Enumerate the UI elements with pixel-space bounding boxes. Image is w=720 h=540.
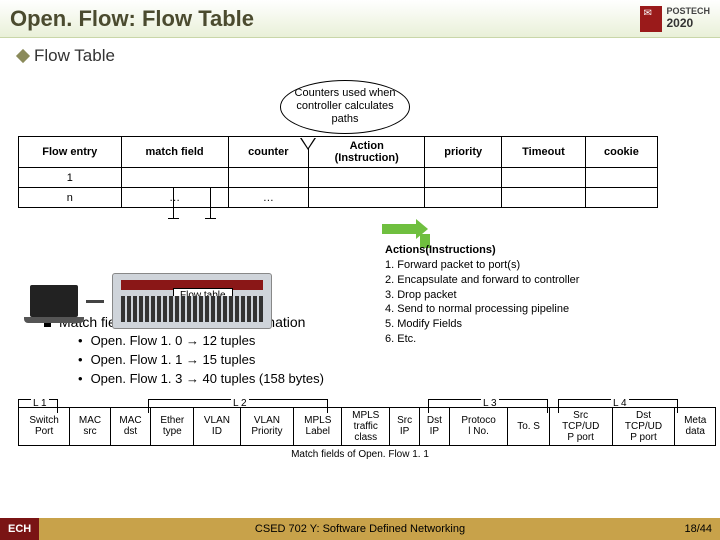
th-flowentry: Flow entry xyxy=(19,137,122,168)
brand-logo: POSTECH 2020 xyxy=(640,6,710,32)
th-action: Action (Instruction) xyxy=(309,137,425,168)
cell: Ether type xyxy=(151,407,194,445)
cell: MPLS Label xyxy=(294,407,342,445)
cell: MAC src xyxy=(70,407,111,445)
cell: To. S xyxy=(508,407,549,445)
actions-heading: Actions(Instructions) xyxy=(385,243,579,258)
cell: Dst IP xyxy=(419,407,449,445)
link-line xyxy=(86,300,104,303)
flow-table-label: Flow table xyxy=(173,288,233,303)
list-item: Open. Flow 1. 3 → 40 tuples (158 bytes) xyxy=(78,370,702,389)
th-priority: priority xyxy=(425,137,502,168)
cell: MPLS traffic class xyxy=(342,407,390,445)
th-cookie: cookie xyxy=(585,137,657,168)
th-matchfield: match field xyxy=(121,137,228,168)
fields-caption: Match fields of Open. Flow 1. 1 xyxy=(18,449,702,460)
list-item: 3. Drop packet xyxy=(385,288,579,303)
footer-left: ECH xyxy=(0,518,39,540)
arrow-icon xyxy=(382,224,418,234)
list-item: 6. Etc. xyxy=(385,332,579,347)
cell: … xyxy=(121,188,228,208)
counter-callout: Counters used when controller calculates… xyxy=(280,80,410,134)
page-title: Open. Flow: Flow Table xyxy=(10,6,254,32)
brand-year: 2020 xyxy=(666,16,710,30)
cell: Dst TCP/UD P port xyxy=(612,407,675,445)
footer-center: CSED 702 Y: Software Defined Networking xyxy=(255,523,465,535)
cell: MAC dst xyxy=(110,407,151,445)
list-item: 1. Forward packet to port(s) xyxy=(385,258,579,273)
cell: … xyxy=(228,188,308,208)
laptop-icon xyxy=(30,285,78,317)
connector-line xyxy=(210,188,211,218)
section-heading: Flow Table xyxy=(18,46,702,66)
table-header-row: Flow entry match field counter Action (I… xyxy=(19,137,658,168)
list-item: 5. Modify Fields xyxy=(385,317,579,332)
section-heading-text: Flow Table xyxy=(34,46,115,66)
shield-icon xyxy=(640,6,662,32)
list-item: 4. Send to normal processing pipeline xyxy=(385,302,579,317)
cell: Meta data xyxy=(675,407,716,445)
cell: VLAN ID xyxy=(194,407,240,445)
cell: Switch Port xyxy=(19,407,70,445)
actions-list: Actions(Instructions) 1. Forward packet … xyxy=(385,243,579,347)
match-fields-table: Switch Port MAC src MAC dst Ether type V… xyxy=(18,407,716,446)
diamond-icon xyxy=(16,49,30,63)
table-row: n … … xyxy=(19,188,658,208)
switch-icon: Flow table xyxy=(112,273,272,329)
cell: Protoco l No. xyxy=(449,407,508,445)
page-number: 18/44 xyxy=(684,523,712,535)
callout-pointer-icon xyxy=(300,138,316,150)
list-item: Open. Flow 1. 1 → 15 tuples xyxy=(78,351,702,370)
cell: n xyxy=(19,188,122,208)
list-item: 2. Encapsulate and forward to controller xyxy=(385,273,579,288)
cell: VLAN Priority xyxy=(240,407,294,445)
title-bar: Open. Flow: Flow Table POSTECH 2020 xyxy=(0,0,720,38)
th-timeout: Timeout xyxy=(502,137,586,168)
connector-line xyxy=(173,188,174,218)
th-counter: counter xyxy=(228,137,308,168)
table-row: 1 xyxy=(19,168,658,188)
device-diagram: Flow table xyxy=(30,273,272,329)
cell: Src IP xyxy=(390,407,420,445)
cell: Src TCP/UD P port xyxy=(549,407,612,445)
flow-entry-table: Flow entry match field counter Action (I… xyxy=(18,136,658,208)
cell: 1 xyxy=(19,168,122,188)
brand-name: POSTECH xyxy=(666,7,710,16)
footer-bar: ECH CSED 702 Y: Software Defined Network… xyxy=(0,518,720,540)
